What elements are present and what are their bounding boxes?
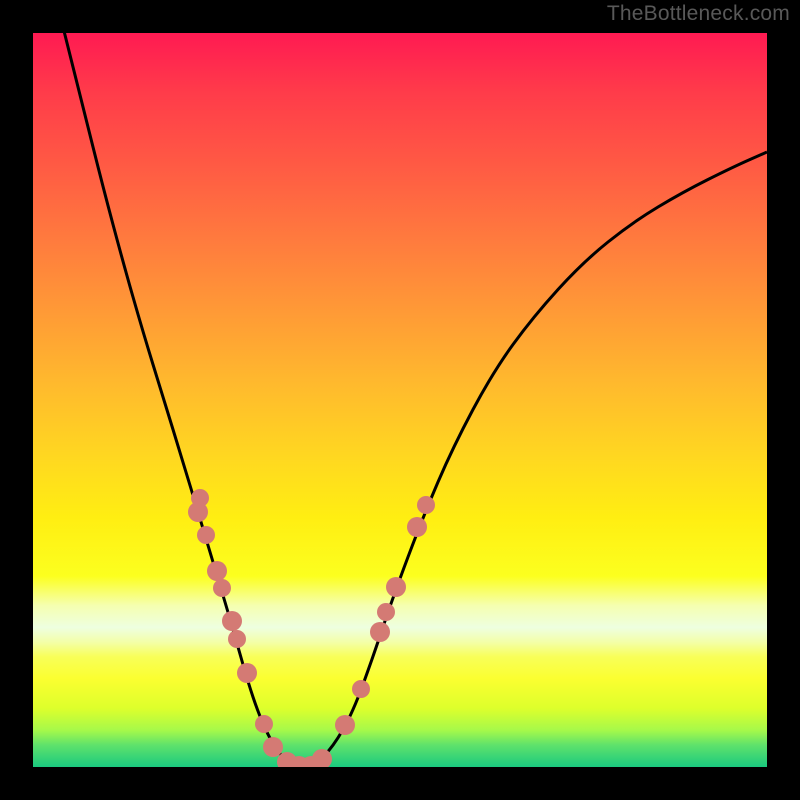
curve-line bbox=[63, 33, 767, 767]
data-marker bbox=[188, 502, 208, 522]
data-marker bbox=[213, 579, 231, 597]
marker-group bbox=[188, 489, 435, 767]
data-marker bbox=[197, 526, 215, 544]
data-marker bbox=[407, 517, 427, 537]
data-marker bbox=[228, 630, 246, 648]
plot-area bbox=[33, 33, 767, 767]
data-marker bbox=[386, 577, 406, 597]
outer-frame: TheBottleneck.com bbox=[0, 0, 800, 800]
data-marker bbox=[370, 622, 390, 642]
data-marker bbox=[207, 561, 227, 581]
data-marker bbox=[417, 496, 435, 514]
data-marker bbox=[377, 603, 395, 621]
data-marker bbox=[335, 715, 355, 735]
data-marker bbox=[255, 715, 273, 733]
chart-svg bbox=[33, 33, 767, 767]
bottleneck-curve bbox=[63, 33, 767, 767]
watermark-text: TheBottleneck.com bbox=[607, 2, 790, 26]
data-marker bbox=[263, 737, 283, 757]
data-marker bbox=[222, 611, 242, 631]
data-marker bbox=[237, 663, 257, 683]
data-marker bbox=[352, 680, 370, 698]
